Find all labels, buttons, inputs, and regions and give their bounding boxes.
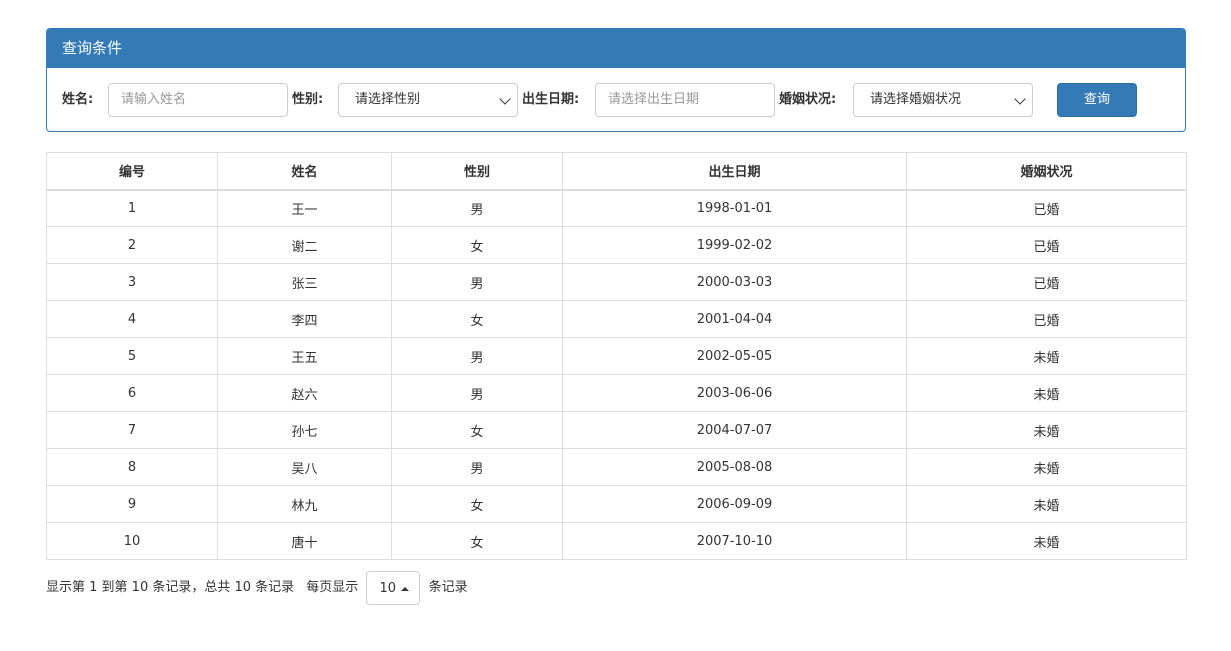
cell-id: 4	[46, 300, 218, 338]
cell-birth-date: 2005-08-08	[562, 448, 907, 486]
cell-name: 王一	[217, 189, 392, 227]
cell-name: 吴八	[217, 448, 392, 486]
cell-gender: 女	[391, 226, 563, 264]
column-header-name[interactable]: 姓名	[217, 152, 392, 191]
gender-label: 性别:	[292, 92, 324, 107]
cell-birth-date: 1999-02-02	[562, 226, 907, 264]
cell-id: 7	[46, 411, 218, 449]
cell-id: 9	[46, 485, 218, 523]
cell-birth-date: 2003-06-06	[562, 374, 907, 412]
cell-id: 6	[46, 374, 218, 412]
table-row[interactable]: 5 王五男 2002-05-05 未婚	[46, 337, 1187, 375]
table-row[interactable]: 1 王一男 1998-01-01 已婚	[46, 189, 1187, 227]
page-size-dropdown[interactable]: 10	[366, 571, 421, 605]
cell-marital-status: 已婚	[906, 226, 1187, 264]
cell-name: 谢二	[217, 226, 392, 264]
per-page-prefix: 每页显示	[306, 580, 359, 595]
cell-id: 2	[46, 226, 218, 264]
table-row[interactable]: 6 赵六男 2003-06-06 未婚	[46, 374, 1187, 412]
cell-birth-date: 2000-03-03	[562, 263, 907, 301]
cell-id: 3	[46, 263, 218, 301]
table-header-row: 编号 姓名 性别 出生日期 婚姻状况	[46, 152, 1187, 191]
cell-marital-status: 已婚	[906, 189, 1187, 227]
column-header-id[interactable]: 编号	[46, 152, 218, 191]
column-header-gender[interactable]: 性别	[391, 152, 563, 191]
cell-marital-status: 未婚	[906, 485, 1187, 523]
marital-status-select-value: 请选择婚姻状况	[870, 92, 962, 107]
cell-birth-date: 2007-10-10	[562, 522, 907, 560]
cell-marital-status: 未婚	[906, 448, 1187, 486]
cell-marital-status: 未婚	[906, 522, 1187, 560]
marital-status-label: 婚姻状况:	[779, 92, 837, 107]
cell-marital-status: 已婚	[906, 300, 1187, 338]
table-row[interactable]: 3 张三男 2000-03-03 已婚	[46, 263, 1187, 301]
cell-gender: 女	[391, 300, 563, 338]
page-size-value: 10	[379, 581, 396, 596]
cell-id: 1	[46, 189, 218, 227]
cell-name: 张三	[217, 263, 392, 301]
cell-birth-date: 2002-05-05	[562, 337, 907, 375]
cell-name: 赵六	[217, 374, 392, 412]
cell-gender: 女	[391, 411, 563, 449]
name-input[interactable]: 请输入姓名	[108, 83, 288, 117]
column-header-marital-status[interactable]: 婚姻状况	[906, 152, 1187, 191]
cell-name: 李四	[217, 300, 392, 338]
name-label: 姓名:	[62, 92, 94, 107]
cell-name: 王五	[217, 337, 392, 375]
birth-date-input[interactable]: 请选择出生日期	[595, 83, 775, 117]
chevron-down-icon	[1014, 93, 1026, 105]
query-button[interactable]: 查询	[1057, 83, 1137, 117]
birth-date-label: 出生日期:	[522, 92, 580, 107]
cell-marital-status: 未婚	[906, 374, 1187, 412]
table-row[interactable]: 10 唐十女 2007-10-10 未婚	[46, 522, 1187, 560]
cell-birth-date: 2006-09-09	[562, 485, 907, 523]
chevron-down-icon	[499, 93, 511, 105]
pagination-bar: 显示第 1 到第 10 条记录，总共 10 条记录 每页显示 10 条记录	[46, 571, 468, 605]
cell-gender: 男	[391, 337, 563, 375]
gender-select[interactable]: 请选择性别	[338, 83, 518, 117]
panel-title: 查询条件	[47, 29, 1185, 68]
cell-id: 5	[46, 337, 218, 375]
cell-gender: 女	[391, 522, 563, 560]
table-row[interactable]: 7 孙七女 2004-07-07 未婚	[46, 411, 1187, 449]
cell-birth-date: 2001-04-04	[562, 300, 907, 338]
cell-gender: 女	[391, 485, 563, 523]
cell-name: 唐十	[217, 522, 392, 560]
caret-up-icon	[401, 587, 410, 591]
cell-gender: 男	[391, 448, 563, 486]
table-row[interactable]: 4 李四女 2001-04-04 已婚	[46, 300, 1187, 338]
cell-birth-date: 2004-07-07	[562, 411, 907, 449]
cell-marital-status: 已婚	[906, 263, 1187, 301]
table-row[interactable]: 2 谢二女 1999-02-02 已婚	[46, 226, 1187, 264]
column-header-birth-date[interactable]: 出生日期	[562, 152, 907, 191]
table-row[interactable]: 8 吴八男 2005-08-08 未婚	[46, 448, 1187, 486]
cell-gender: 男	[391, 263, 563, 301]
records-table: 编号 姓名 性别 出生日期 婚姻状况 1 王一男 1998-01-01 已婚 2 谢二女 1…	[46, 152, 1187, 560]
marital-status-select[interactable]: 请选择婚姻状况	[853, 83, 1033, 117]
cell-gender: 男	[391, 189, 563, 227]
query-panel: 查询条件 姓名: 请输入姓名 性别: 请选择性别 出生日期: 请选择出生日期 婚…	[46, 28, 1186, 132]
cell-id: 10	[46, 522, 218, 560]
per-page-suffix: 条记录	[428, 580, 468, 595]
cell-marital-status: 未婚	[906, 411, 1187, 449]
table-row[interactable]: 9 林九女 2006-09-09 未婚	[46, 485, 1187, 523]
cell-id: 8	[46, 448, 218, 486]
cell-name: 林九	[217, 485, 392, 523]
pagination-summary: 显示第 1 到第 10 条记录，总共 10 条记录	[46, 580, 295, 595]
cell-marital-status: 未婚	[906, 337, 1187, 375]
filter-bar: 姓名: 请输入姓名 性别: 请选择性别 出生日期: 请选择出生日期 婚姻状况: …	[47, 68, 1185, 131]
cell-gender: 男	[391, 374, 563, 412]
gender-select-value: 请选择性别	[355, 92, 421, 107]
cell-name: 孙七	[217, 411, 392, 449]
cell-birth-date: 1998-01-01	[562, 189, 907, 227]
